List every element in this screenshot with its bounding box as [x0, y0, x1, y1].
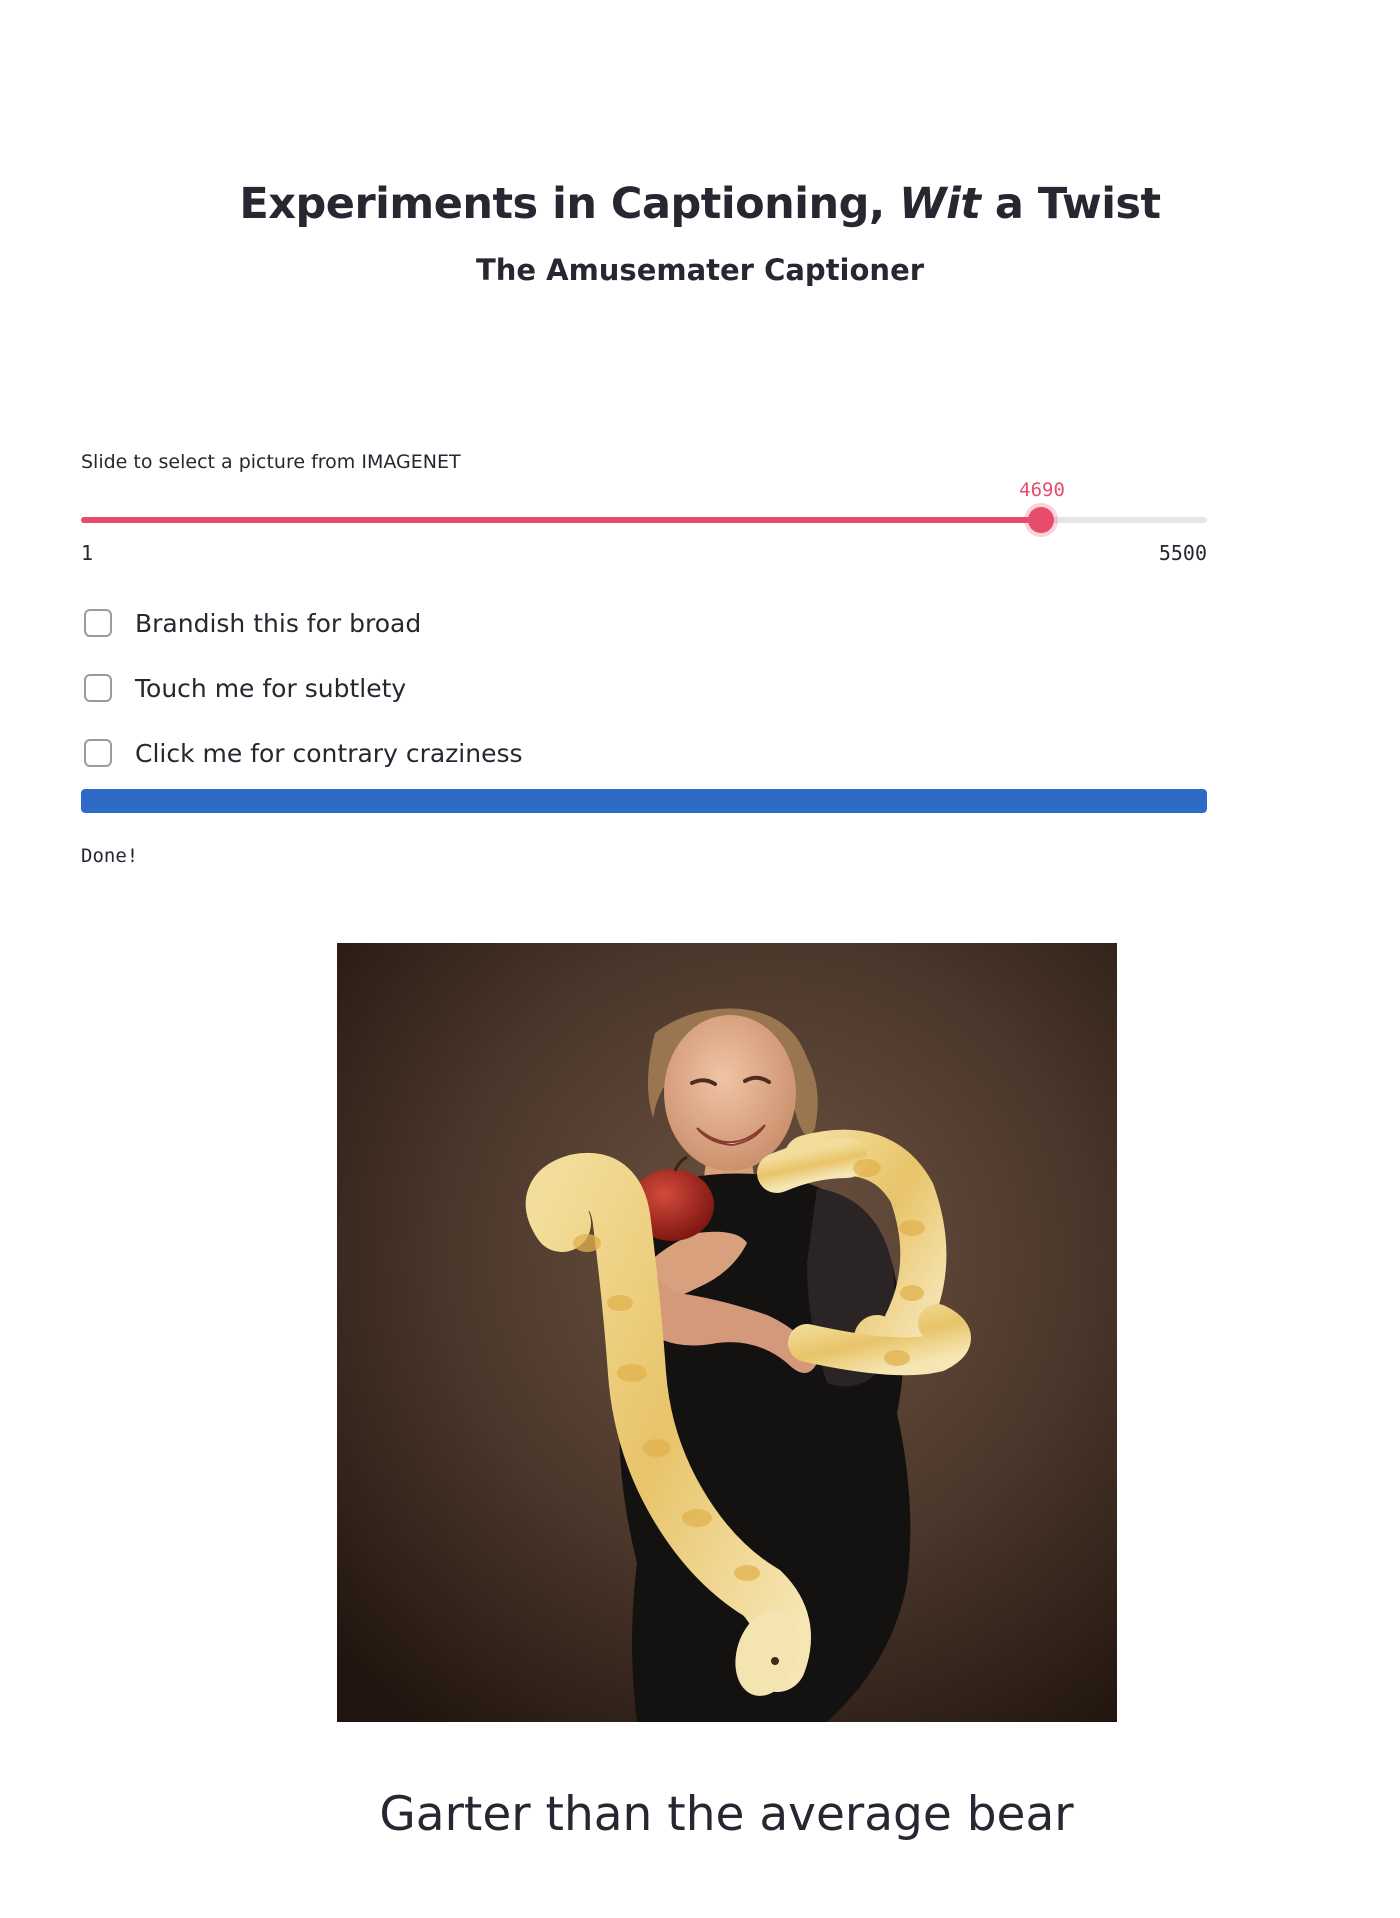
checkbox-checked-icon[interactable]: [84, 674, 112, 702]
slider-min-label: 1: [81, 541, 94, 565]
title-text-end: a Twist: [980, 178, 1161, 229]
progress-fill: [81, 789, 1207, 813]
slider-label: Slide to select a picture from IMAGENET: [81, 451, 461, 473]
title-emphasis: Wit: [899, 178, 981, 229]
slider-max-label: 5500: [1158, 541, 1207, 565]
slider-fill: [81, 517, 1042, 523]
page-title: Experiments in Captioning, Wit a Twist: [0, 179, 1400, 229]
slider-value: 4690: [1019, 479, 1065, 501]
progress-bar: [81, 789, 1207, 813]
title-text: Experiments in Captioning,: [239, 178, 900, 229]
checkbox-broad[interactable]: Brandish this for broad: [84, 606, 421, 640]
checkbox-unchecked-icon[interactable]: [84, 739, 112, 767]
image-caption: Garter than the average bear: [379, 1787, 1074, 1842]
checkmark-icon: [88, 681, 108, 695]
checkbox-subtlety[interactable]: Touch me for subtlety: [84, 671, 406, 705]
status-text: Done!: [81, 845, 139, 867]
page-subtitle: The Amusemater Captioner: [475, 253, 925, 287]
slider-thumb[interactable]: [1028, 507, 1055, 533]
checkbox-label: Click me for contrary craziness: [135, 738, 523, 768]
python-photo-image: [337, 943, 1117, 1722]
checkbox-label: Brandish this for broad: [135, 608, 422, 638]
checkbox-unchecked-icon[interactable]: [84, 609, 112, 637]
checkbox-label: Touch me for subtlety: [135, 673, 407, 703]
checkbox-craziness[interactable]: Click me for contrary craziness: [84, 736, 523, 770]
